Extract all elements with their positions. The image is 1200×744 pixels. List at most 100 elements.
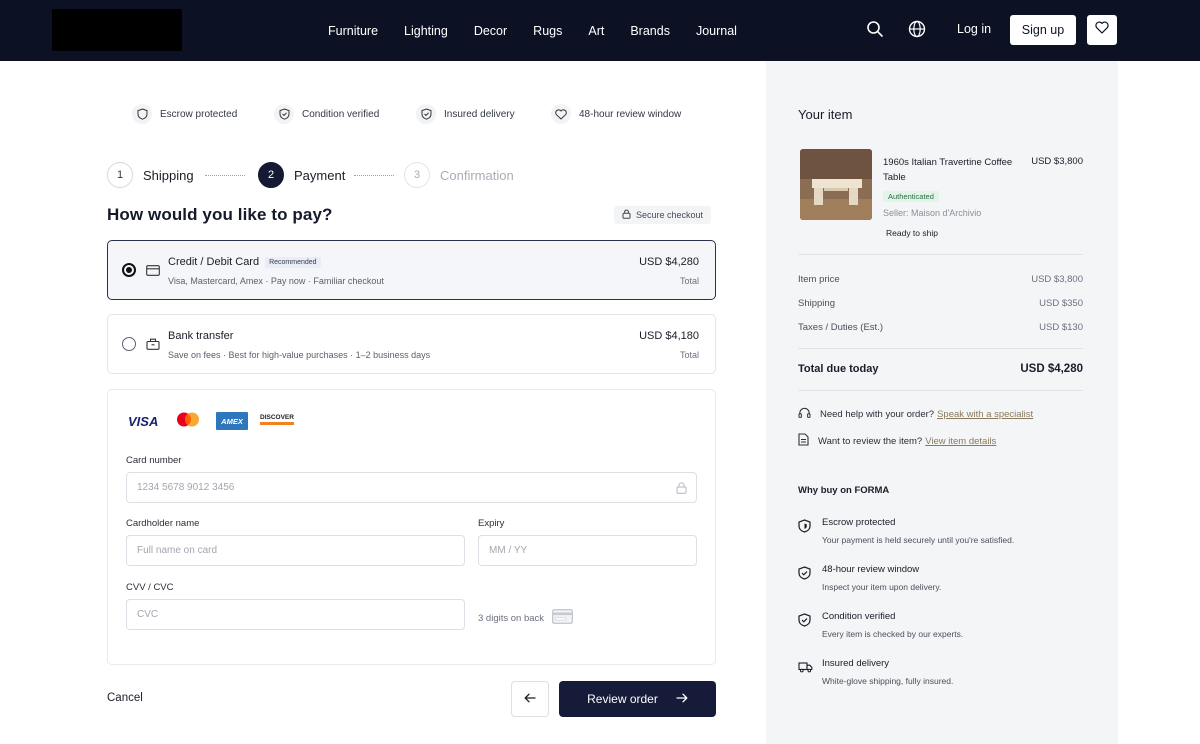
amex-logo: AMEX <box>216 412 248 430</box>
option-title-text: Bank transfer <box>168 330 234 342</box>
step-label: Payment <box>294 167 346 183</box>
lock-icon <box>622 209 631 221</box>
payment-option-bank[interactable]: Bank transfer Save on fees · Best for hi… <box>107 314 716 374</box>
option-title: Bank transfer <box>168 330 233 342</box>
taxes-label: Taxes / Duties (Est.) <box>798 322 883 333</box>
feature-subtitle: White-glove shipping, fully insured. <box>822 676 954 686</box>
recommended-badge: Recommended <box>265 256 321 268</box>
heart-icon <box>1095 21 1109 39</box>
card-number-input[interactable] <box>126 472 697 503</box>
total-value: USD $4,280 <box>1020 363 1083 375</box>
taxes-value: USD $130 <box>1039 322 1083 333</box>
shipping-value: USD $350 <box>1039 298 1083 309</box>
credit-card-icon <box>146 263 160 281</box>
mastercard-logo <box>175 411 201 433</box>
arrow-left-icon <box>524 690 536 708</box>
trust-label: 48-hour review window <box>579 108 682 120</box>
trust-label: Condition verified <box>302 108 380 120</box>
globe-icon[interactable] <box>908 20 928 40</box>
trust-escrow: Escrow protected <box>132 104 237 124</box>
speak-specialist-link[interactable]: Speak with a specialist <box>937 409 1033 420</box>
option-title-text: Credit / Debit Card <box>168 256 260 268</box>
total-label: Total due today <box>798 363 879 375</box>
cvv-hint-text: 3 digits on back <box>478 612 545 624</box>
option-price: USD $4,180 <box>639 330 699 342</box>
option-subtitle: Save on fees · Best for high-value purch… <box>168 350 431 360</box>
arrow-right-icon <box>676 692 688 706</box>
option-subtitle: Visa, Mastercard, Amex · Pay now · Famil… <box>168 276 384 286</box>
step-payment[interactable]: 2 Payment <box>258 162 345 188</box>
authenticated-badge: Authenticated <box>883 191 939 202</box>
secure-label: Secure checkout <box>636 210 704 220</box>
login-link[interactable]: Log in <box>957 22 991 36</box>
seller-name: Seller: Maison d'Archivio <box>883 208 982 218</box>
card-back-icon <box>552 609 573 627</box>
trust-condition: Condition verified <box>274 104 379 124</box>
feature-title: 48-hour review window <box>822 564 920 575</box>
divider <box>798 254 1083 255</box>
bank-radio[interactable] <box>122 337 136 351</box>
shield-check-icon <box>798 613 811 632</box>
top-navigation-bar: Furniture Lighting Decor Rugs Art Brands… <box>0 0 1200 61</box>
step-divider <box>205 175 245 176</box>
item-price-value: USD $3,800 <box>1031 274 1083 285</box>
bank-icon <box>146 337 160 355</box>
shield-check-icon <box>798 566 811 585</box>
nav-brands[interactable]: Brands <box>630 24 670 38</box>
cardholder-input[interactable] <box>126 535 465 566</box>
lock-icon <box>676 481 687 499</box>
step-number: 2 <box>258 162 284 188</box>
card-details-form: VISA AMEX DISCOVER Card number Cardholde… <box>107 389 716 665</box>
item-price-label: Item price <box>798 274 840 285</box>
discover-logo: DISCOVER <box>260 414 294 425</box>
item-name: 1960s Italian Travertine Coffee Table <box>883 157 1013 183</box>
step-number: 3 <box>404 162 430 188</box>
visa-logo: VISA <box>128 414 159 429</box>
expiry-input[interactable] <box>478 535 697 566</box>
back-button[interactable] <box>511 681 549 717</box>
view-item-details-link[interactable]: View item details <box>925 436 996 447</box>
trust-review-window: 48-hour review window <box>551 104 681 124</box>
item-price: USD $3,800 <box>1031 156 1083 167</box>
nav-decor[interactable]: Decor <box>474 24 507 38</box>
trust-label: Escrow protected <box>160 108 238 120</box>
nav-lighting[interactable]: Lighting <box>404 24 448 38</box>
shield-icon <box>132 104 152 124</box>
cvv-label: CVV / CVC <box>126 582 174 593</box>
shipping-label: Shipping <box>798 298 835 309</box>
option-total-label: Total <box>679 350 699 360</box>
help-review: Want to review the item? View item detail… <box>798 433 996 449</box>
nav-rugs[interactable]: Rugs <box>533 24 562 38</box>
option-title: Credit / Debit Card Recommended <box>168 256 321 268</box>
page-title: How would you like to pay? <box>107 205 333 224</box>
card-radio[interactable] <box>122 263 136 277</box>
step-shipping[interactable]: 1 Shipping <box>107 162 194 188</box>
step-confirmation: 3 Confirmation <box>404 162 514 188</box>
nav-furniture[interactable]: Furniture <box>328 24 378 38</box>
nav-art[interactable]: Art <box>588 24 604 38</box>
wishlist-button[interactable] <box>1087 15 1117 45</box>
site-logo[interactable] <box>52 9 182 51</box>
step-label: Confirmation <box>440 167 514 183</box>
search-icon[interactable] <box>866 20 886 40</box>
option-total-label: Total <box>679 276 699 286</box>
signup-button[interactable]: Sign up <box>1010 15 1076 45</box>
feature-subtitle: Your payment is held securely until you'… <box>822 535 1015 545</box>
secure-checkout-badge: Secure checkout <box>614 206 712 224</box>
payment-option-card[interactable]: Credit / Debit Card Recommended Visa, Ma… <box>107 240 716 300</box>
review-order-label: Review order <box>587 692 658 706</box>
item-thumbnail[interactable] <box>800 149 872 220</box>
trust-label: Insured delivery <box>444 108 515 120</box>
card-number-label: Card number <box>126 455 182 466</box>
nav-journal[interactable]: Journal <box>696 24 737 38</box>
cvv-input[interactable] <box>126 599 465 630</box>
feature-subtitle: Inspect your item upon delivery. <box>822 582 942 592</box>
step-number: 1 <box>107 162 133 188</box>
truck-icon <box>798 660 813 678</box>
shield-check-icon <box>416 104 436 124</box>
review-order-button[interactable]: Review order <box>559 681 716 717</box>
cancel-button[interactable]: Cancel <box>107 692 143 704</box>
main-nav: Furniture Lighting Decor Rugs Art Brands… <box>328 0 737 61</box>
step-divider <box>354 175 394 176</box>
summary-title: Your item <box>798 107 853 122</box>
